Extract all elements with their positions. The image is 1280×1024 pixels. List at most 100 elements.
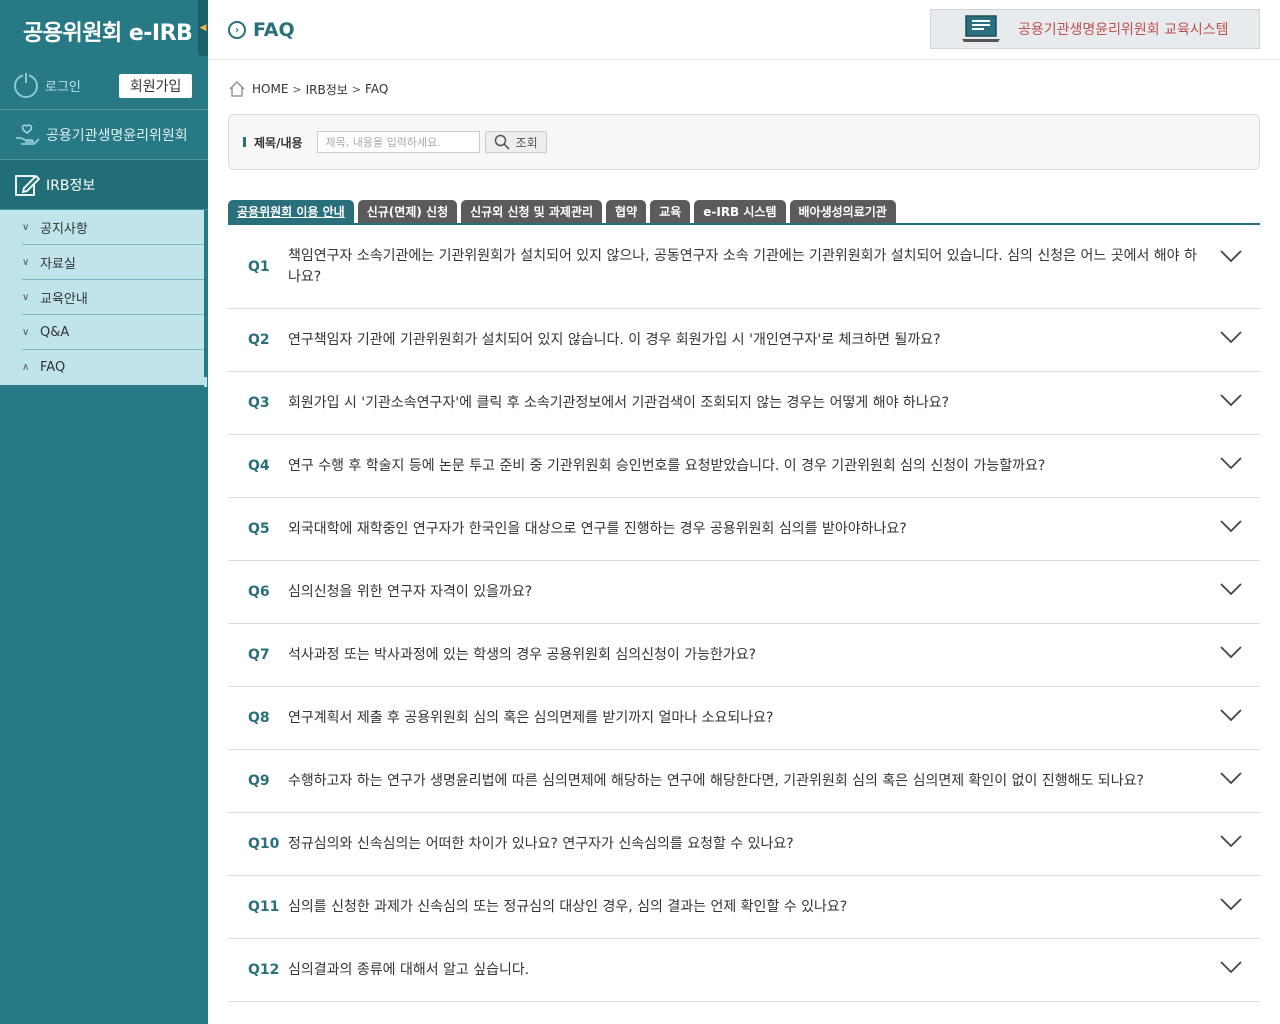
- search-label: 제목/내용: [254, 135, 303, 150]
- education-system-label: 공용기관생명윤리위원회 교육시스템: [1018, 22, 1229, 38]
- chevron-down-icon[interactable]: [1220, 330, 1242, 344]
- tab-education[interactable]: 교육: [650, 200, 691, 223]
- faq-question-text: 연구계획서 제출 후 공용위원회 심의 혹은 심의면제를 받기까지 얼마나 소요…: [288, 709, 774, 726]
- faq-item[interactable]: Q5 외국대학에 재학중인 연구자가 한국인을 대상으로 연구를 진행하는 경우 …: [228, 498, 1260, 561]
- faq-item[interactable]: Q10 정규심의와 신속심의는 어떠한 차이가 있나요? 연구자가 신속심의를 요…: [228, 813, 1260, 876]
- faq-question-text: 책임연구자 소속기관에는 기관위원회가 설치되어 있지 않으나, 공동연구자 소…: [288, 247, 1197, 285]
- faq-item[interactable]: Q11 심의를 신청한 과제가 신속심의 또는 정규심의 대상인 경우, 심의 결…: [228, 876, 1260, 939]
- irb-submenu: ∨ 공지사항 ∨ 자료실 ∨ 교육안내 ∨ Q&A ∧ FAQ: [0, 210, 204, 385]
- chevron-right-circle-icon: ›: [228, 21, 246, 39]
- faq-question-text: 심의신청을 위한 연구자 자격이 있을까요?: [288, 583, 533, 600]
- faq-question-text: 연구 수행 후 학술지 등에 논문 투고 준비 중 기관위원회 승인번호를 요청…: [288, 457, 1046, 474]
- breadcrumb-separator-icon: >: [351, 82, 362, 96]
- sidebar-item-committee[interactable]: 공용기관생명윤리위원회: [0, 110, 208, 160]
- chevron-down-icon[interactable]: [1220, 834, 1242, 848]
- sidebar: 공용위원회 e-IRB ◀ 로그인 회원가입 공용기관생명윤리위원회 IRB정보…: [0, 0, 208, 1024]
- faq-question-number: Q9: [248, 773, 270, 789]
- page-title: › FAQ: [228, 19, 295, 41]
- tab-e-irb-system[interactable]: e-IRB 시스템: [694, 200, 786, 223]
- faq-list: Q1 책임연구자 소속기관에는 기관위원회가 설치되어 있지 않으나, 공동연구자…: [228, 225, 1260, 1002]
- chevron-down-icon[interactable]: [1220, 393, 1242, 407]
- site-logo[interactable]: 공용위원회 e-IRB: [0, 0, 208, 62]
- search-button[interactable]: 조회: [484, 131, 547, 153]
- laptop-icon: [962, 15, 1000, 42]
- submenu-scrollbar[interactable]: [204, 212, 208, 388]
- faq-item[interactable]: Q2 연구책임자 기관에 기관위원회가 설치되어 있지 않습니다. 이 경우 회원…: [228, 309, 1260, 372]
- breadcrumb-irb-info[interactable]: IRB정보: [306, 81, 348, 98]
- chevron-up-icon: ∧: [22, 362, 30, 373]
- search-icon: [494, 134, 510, 150]
- faq-question-number: Q11: [248, 899, 280, 915]
- tab-new-exempt[interactable]: 신규(면제) 신청: [357, 200, 458, 223]
- faq-question-text: 연구책임자 기관에 기관위원회가 설치되어 있지 않습니다. 이 경우 회원가입…: [288, 331, 941, 348]
- search-panel: 제목/내용 조회: [228, 114, 1260, 170]
- signup-button[interactable]: 회원가입: [118, 73, 193, 98]
- login-link[interactable]: 로그인: [45, 76, 81, 95]
- chevron-down-icon: ∨: [22, 256, 30, 268]
- faq-question-number: Q12: [248, 962, 280, 978]
- breadcrumb-home[interactable]: HOME: [252, 82, 288, 96]
- faq-item[interactable]: Q3 회원가입 시 '기관소속연구자'에 클릭 후 소속기관정보에서 기관검색이 …: [228, 372, 1260, 435]
- submenu-label: 자료실: [40, 256, 76, 272]
- label-marker: [243, 137, 246, 147]
- submenu-item-education[interactable]: ∨ 교육안내: [22, 280, 204, 315]
- breadcrumb-faq: FAQ: [365, 82, 389, 96]
- faq-question-text: 수행하고자 하는 연구가 생명윤리법에 따른 심의면제에 해당하는 연구에 해당…: [288, 772, 1144, 789]
- sidebar-collapse-button[interactable]: ◀: [198, 0, 208, 56]
- chevron-down-icon[interactable]: [1220, 456, 1242, 470]
- faq-question-text: 석사과정 또는 박사과정에 있는 학생의 경우 공용위원회 심의신청이 가능한가…: [288, 646, 757, 663]
- chevron-down-icon[interactable]: [1220, 897, 1242, 911]
- home-icon[interactable]: [228, 80, 246, 98]
- sidebar-item-irb-info[interactable]: IRB정보: [0, 160, 208, 210]
- submenu-label: FAQ: [40, 360, 66, 375]
- submenu-item-faq[interactable]: ∧ FAQ: [22, 350, 204, 385]
- faq-item[interactable]: Q6 심의신청을 위한 연구자 자격이 있을까요?: [228, 561, 1260, 624]
- submenu-item-archive[interactable]: ∨ 자료실: [22, 245, 204, 280]
- page-header: › FAQ 공용기관생명윤리위원회 교육시스템: [208, 0, 1280, 60]
- faq-question-number: Q2: [248, 332, 270, 348]
- faq-question-text: 심의를 신청한 과제가 신속심의 또는 정규심의 대상인 경우, 심의 결과는 …: [288, 898, 848, 915]
- faq-question-text: 정규심의와 신속심의는 어떠한 차이가 있나요? 연구자가 신속심의를 요청할 …: [288, 835, 794, 852]
- faq-question-number: Q5: [248, 521, 270, 537]
- login-row: 로그인 회원가입: [0, 62, 208, 110]
- chevron-down-icon[interactable]: [1220, 708, 1242, 722]
- chevron-down-icon[interactable]: [1220, 249, 1242, 263]
- faq-item[interactable]: Q7 석사과정 또는 박사과정에 있는 학생의 경우 공용위원회 심의신청이 가능…: [228, 624, 1260, 687]
- power-icon: [14, 72, 38, 98]
- chevron-down-icon: ∨: [22, 221, 30, 233]
- chevron-down-icon[interactable]: [1220, 960, 1242, 974]
- faq-question-number: Q7: [248, 647, 270, 663]
- breadcrumb-separator-icon: >: [292, 82, 302, 96]
- chevron-down-icon[interactable]: [1220, 582, 1242, 596]
- tab-other-applications[interactable]: 신규외 신청 및 과제관리: [461, 200, 603, 223]
- page-title-text: FAQ: [253, 19, 295, 41]
- chevron-down-icon: ∨: [22, 326, 30, 338]
- sidebar-item-label: 공용기관생명윤리위원회: [46, 127, 188, 144]
- chevron-down-icon[interactable]: [1220, 645, 1242, 659]
- faq-question-number: Q3: [248, 395, 270, 411]
- faq-item[interactable]: Q4 연구 수행 후 학술지 등에 논문 투고 준비 중 기관위원회 승인번호를 …: [228, 435, 1260, 498]
- chevron-down-icon[interactable]: [1220, 771, 1242, 785]
- submenu-item-qna[interactable]: ∨ Q&A: [22, 315, 204, 350]
- tab-embryo-institutions[interactable]: 배아생성의료기관: [789, 200, 896, 223]
- chevron-down-icon: ∨: [22, 291, 30, 303]
- faq-item[interactable]: Q8 연구계획서 제출 후 공용위원회 심의 혹은 심의면제를 받기까지 얼마나 …: [228, 687, 1260, 750]
- sidebar-item-label: IRB정보: [46, 177, 96, 194]
- faq-item[interactable]: Q1 책임연구자 소속기관에는 기관위원회가 설치되어 있지 않으나, 공동연구자…: [228, 225, 1260, 309]
- submenu-label: Q&A: [40, 324, 70, 340]
- faq-question-number: Q6: [248, 584, 270, 600]
- faq-question-text: 외국대학에 재학중인 연구자가 한국인을 대상으로 연구를 진행하는 경우 공용…: [288, 520, 907, 537]
- faq-item[interactable]: Q9 수행하고자 하는 연구가 생명윤리법에 따른 심의면제에 해당하는 연구에 …: [228, 750, 1260, 813]
- tab-committee-guide[interactable]: 공용위원회 이용 안내: [228, 200, 354, 223]
- tab-agreement[interactable]: 협약: [606, 200, 647, 223]
- chevron-down-icon[interactable]: [1220, 519, 1242, 533]
- faq-question-number: Q1: [248, 258, 270, 275]
- edit-icon: [15, 174, 40, 196]
- faq-question-text: 회원가입 시 '기관소속연구자'에 클릭 후 소속기관정보에서 기관검색이 조회…: [288, 394, 950, 411]
- education-system-banner[interactable]: 공용기관생명윤리위원회 교육시스템: [930, 9, 1260, 49]
- faq-item[interactable]: Q12 심의결과의 종류에 대해서 알고 싶습니다.: [228, 939, 1260, 1002]
- submenu-item-notice[interactable]: ∨ 공지사항: [22, 210, 204, 245]
- search-input[interactable]: [316, 131, 480, 153]
- breadcrumb: HOME > IRB정보 > FAQ: [228, 80, 388, 98]
- submenu-label: 공지사항: [40, 221, 88, 237]
